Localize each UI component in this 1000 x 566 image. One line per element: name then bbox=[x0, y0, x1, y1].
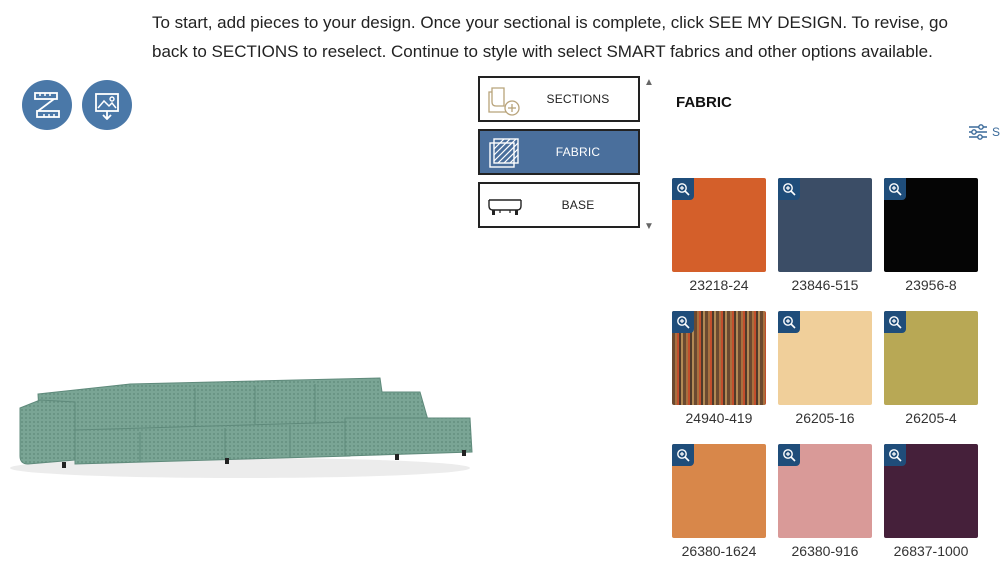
zoom-in-icon[interactable] bbox=[884, 311, 906, 333]
fabric-code-label: 26380-916 bbox=[791, 543, 859, 559]
zoom-in-icon[interactable] bbox=[672, 178, 694, 200]
sectional-sofa-preview bbox=[10, 377, 473, 478]
fabric-heading: FABRIC bbox=[676, 94, 732, 111]
fabric-swatch[interactable] bbox=[672, 311, 766, 405]
base-icon bbox=[488, 199, 522, 215]
zoom-in-icon[interactable] bbox=[672, 311, 694, 333]
fabric-icon bbox=[489, 138, 519, 168]
zoom-in-icon[interactable] bbox=[884, 178, 906, 200]
filter-label: S bbox=[991, 125, 1000, 139]
measure-icon bbox=[34, 92, 60, 118]
measure-button[interactable] bbox=[22, 80, 72, 130]
fabric-swatch[interactable] bbox=[884, 178, 978, 272]
filter-sliders-icon bbox=[968, 124, 987, 140]
fabric-swatch[interactable] bbox=[778, 444, 872, 538]
step-label: BASE bbox=[561, 198, 595, 212]
save-image-button[interactable] bbox=[82, 80, 132, 130]
save-image-icon bbox=[95, 93, 119, 120]
fabric-code-label: 24940-419 bbox=[685, 410, 753, 426]
fabric-swatch[interactable] bbox=[778, 178, 872, 272]
steps-scrollbar[interactable]: ▲ ▼ bbox=[642, 74, 656, 234]
zoom-in-icon[interactable] bbox=[778, 178, 800, 200]
step-fabric[interactable]: FABRIC bbox=[478, 129, 640, 175]
sections-icon bbox=[488, 87, 520, 116]
fabric-code-label: 26380-1624 bbox=[681, 543, 757, 559]
fabric-swatch[interactable] bbox=[884, 444, 978, 538]
fabric-swatch[interactable] bbox=[778, 311, 872, 405]
fabric-swatch[interactable] bbox=[672, 444, 766, 538]
zoom-in-icon[interactable] bbox=[778, 311, 800, 333]
scroll-up-icon[interactable]: ▲ bbox=[644, 78, 654, 88]
zoom-in-icon[interactable] bbox=[672, 444, 694, 466]
filter-button[interactable]: S bbox=[968, 122, 1000, 142]
fabric-code-label: 26205-16 bbox=[795, 410, 855, 426]
step-label: SECTIONS bbox=[546, 92, 610, 106]
fabric-code-label: 26837-1000 bbox=[893, 543, 969, 559]
fabric-code-label: 23956-8 bbox=[905, 277, 957, 293]
design-steps-panel: SECTIONS FABRIC BASE ▲ ▼ bbox=[476, 74, 658, 234]
scroll-down-icon[interactable]: ▼ bbox=[644, 222, 654, 232]
zoom-in-icon[interactable] bbox=[778, 444, 800, 466]
fabric-swatch[interactable] bbox=[884, 311, 978, 405]
instructions-text: To start, add pieces to your design. Onc… bbox=[152, 13, 948, 61]
fabric-code-label: 23218-24 bbox=[689, 277, 749, 293]
fabric-code-label: 23846-515 bbox=[791, 277, 859, 293]
step-base[interactable]: BASE bbox=[478, 182, 640, 228]
step-sections[interactable]: SECTIONS bbox=[478, 76, 640, 122]
zoom-in-icon[interactable] bbox=[884, 444, 906, 466]
fabric-code-label: 26205-4 bbox=[905, 410, 957, 426]
step-label: FABRIC bbox=[555, 145, 601, 159]
fabric-swatch[interactable] bbox=[672, 178, 766, 272]
